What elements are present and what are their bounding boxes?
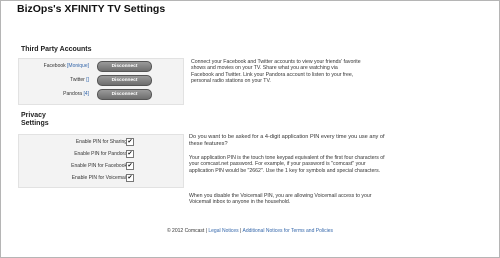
voicemail-note: When you disable the Voicemail PIN, you … [189,193,372,206]
legal-notices-link[interactable]: Legal Notices [208,228,238,234]
account-row-facebook: Facebook [Monique] Disconnect [18,59,182,73]
account-label-facebook: Facebook [Monique] [44,63,89,69]
account-name: Twitter [70,77,85,83]
facebook-disconnect-button[interactable]: Disconnect [97,61,152,72]
footer: © 2012 Comcast | Legal Notices | Additio… [166,228,333,234]
pandora-disconnect-button[interactable]: Disconnect [97,89,152,100]
sharing-pin-checkbox[interactable]: ✔ [126,138,134,146]
account-user-link[interactable]: [] [86,77,89,83]
privacy-option-label: Enable PIN for Facebook [71,163,127,169]
twitter-disconnect-button[interactable]: Disconnect [97,75,152,86]
settings-window [0,0,500,258]
account-user-link[interactable]: [4] [83,91,89,97]
privacy-option-facebook: Enable PIN for Facebook ✔ [18,160,182,172]
account-label-twitter: Twitter [] [70,77,89,83]
account-row-pandora: Pandora [4] Disconnect [18,87,182,101]
page-title: BizOps's XFINITY TV Settings [17,3,166,15]
privacy-option-label: Enable PIN for Pandora [74,151,127,157]
privacy-settings-heading: Privacy Settings [21,112,49,127]
account-name: Facebook [43,63,66,69]
pandora-pin-checkbox[interactable]: ✔ [126,150,134,158]
privacy-option-label: Enable PIN for Voicemail [71,175,127,181]
account-row-twitter: Twitter [] Disconnect [18,73,182,87]
third-party-description: Connect your Facebook and Twitter accoun… [191,59,361,85]
copyright-text: © 2012 Comcast [166,228,205,234]
privacy-option-label: Enable PIN for Sharing [75,139,127,145]
account-label-pandora: Pandora [4] [63,91,89,97]
account-name: Pandora [63,91,83,97]
terms-policies-link[interactable]: Additional Notices for Terms and Policie… [242,228,333,234]
account-user-link[interactable]: [Monique] [67,63,89,69]
privacy-option-voicemail: Enable PIN for Voicemail ✔ [18,172,182,184]
facebook-pin-checkbox[interactable]: ✔ [126,162,134,170]
voicemail-pin-checkbox[interactable]: ✔ [126,174,134,182]
privacy-option-sharing: Enable PIN for Sharing ✔ [18,136,182,148]
privacy-question: Do you want to be asked for a 4-digit ap… [189,134,385,148]
third-party-accounts-heading: Third Party Accounts [21,46,92,53]
privacy-option-pandora: Enable PIN for Pandora ✔ [18,148,182,160]
pin-explanation: Your application PIN is the touch tone k… [189,155,385,174]
